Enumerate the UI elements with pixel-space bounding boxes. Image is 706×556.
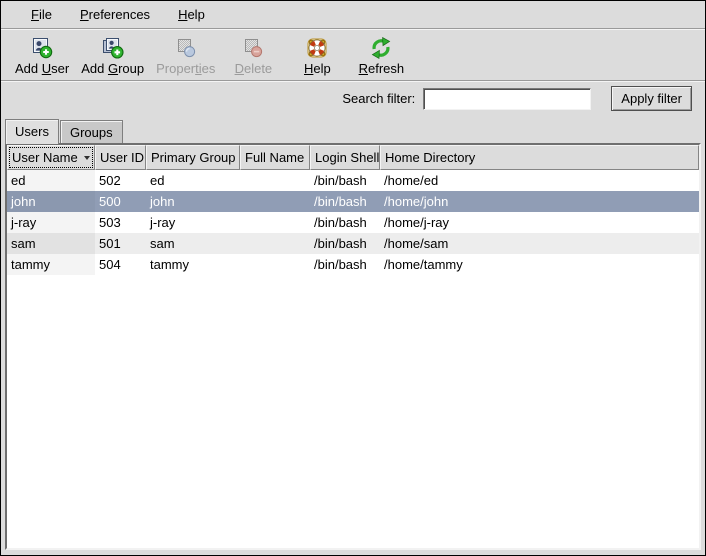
add-user-button[interactable]: Add User: [9, 35, 75, 77]
delete-button: Delete: [221, 35, 285, 77]
users-table: User Name User ID Primary Group Full Nam…: [5, 143, 701, 550]
tab-users[interactable]: Users: [5, 119, 59, 144]
cell-user-name: j-ray: [7, 212, 95, 233]
column-header-login-shell[interactable]: Login Shell: [310, 145, 380, 170]
cell-primary-group: john: [146, 191, 240, 212]
add-user-icon: [30, 36, 54, 60]
tab-groups[interactable]: Groups: [60, 120, 123, 143]
cell-full-name: [240, 233, 310, 254]
column-header-primary-group[interactable]: Primary Group: [146, 145, 240, 170]
table-row-ed[interactable]: ed 502 ed /bin/bash /home/ed: [7, 170, 699, 191]
refresh-icon: [369, 36, 393, 60]
cell-login-shell: /bin/bash: [310, 191, 380, 212]
menu-preferences[interactable]: Preferences: [66, 3, 164, 26]
cell-user-id: 502: [95, 170, 146, 191]
search-filter-label: Search filter:: [342, 91, 423, 106]
cell-primary-group: j-ray: [146, 212, 240, 233]
cell-user-name: tammy: [7, 254, 95, 275]
table-header-row: User Name User ID Primary Group Full Nam…: [7, 145, 699, 170]
menu-bar: File Preferences Help: [1, 1, 705, 29]
table-row-john-selected[interactable]: john 500 john /bin/bash /home/john: [7, 191, 699, 212]
add-user-label: Add User: [15, 61, 69, 76]
cell-primary-group: tammy: [146, 254, 240, 275]
table-row-j-ray[interactable]: j-ray 503 j-ray /bin/bash /home/j-ray: [7, 212, 699, 233]
apply-filter-button[interactable]: Apply filter: [611, 86, 692, 111]
add-group-button[interactable]: Add Group: [75, 35, 150, 77]
user-manager-window: File Preferences Help Add User: [0, 0, 706, 556]
cell-home-directory: /home/j-ray: [380, 212, 699, 233]
help-label: Help: [304, 61, 331, 76]
toolbar: Add User Add Group Properties: [1, 29, 705, 81]
cell-home-directory: /home/sam: [380, 233, 699, 254]
delete-label: Delete: [235, 61, 273, 76]
search-filter-row: Search filter: Apply filter: [1, 81, 705, 116]
cell-home-directory: /home/tammy: [380, 254, 699, 275]
add-group-icon: [101, 36, 125, 60]
cell-user-name: sam: [7, 233, 95, 254]
properties-icon: [174, 36, 198, 60]
sort-descending-icon: [84, 156, 90, 160]
cell-full-name: [240, 254, 310, 275]
refresh-label: Refresh: [359, 61, 405, 76]
table-row-sam[interactable]: sam 501 sam /bin/bash /home/sam: [7, 233, 699, 254]
cell-login-shell: /bin/bash: [310, 170, 380, 191]
properties-label: Properties: [156, 61, 215, 76]
cell-user-id: 501: [95, 233, 146, 254]
column-header-user-id[interactable]: User ID: [95, 145, 146, 170]
help-icon: [305, 36, 329, 60]
cell-login-shell: /bin/bash: [310, 212, 380, 233]
cell-user-name: ed: [7, 170, 95, 191]
cell-full-name: [240, 191, 310, 212]
cell-user-id: 500: [95, 191, 146, 212]
table-body: ed 502 ed /bin/bash /home/ed john 500 jo…: [7, 170, 699, 548]
properties-button: Properties: [150, 35, 221, 77]
cell-user-id: 504: [95, 254, 146, 275]
cell-full-name: [240, 212, 310, 233]
tab-strip: Users Groups: [1, 116, 705, 143]
menu-file[interactable]: File: [17, 3, 66, 26]
cell-full-name: [240, 170, 310, 191]
column-header-user-name[interactable]: User Name: [7, 145, 95, 170]
cell-login-shell: /bin/bash: [310, 254, 380, 275]
cell-home-directory: /home/john: [380, 191, 699, 212]
refresh-button[interactable]: Refresh: [349, 35, 413, 77]
add-group-label: Add Group: [81, 61, 144, 76]
help-button[interactable]: Help: [285, 35, 349, 77]
delete-icon: [241, 36, 265, 60]
cell-primary-group: ed: [146, 170, 240, 191]
search-filter-input[interactable]: [423, 88, 591, 110]
cell-primary-group: sam: [146, 233, 240, 254]
cell-home-directory: /home/ed: [380, 170, 699, 191]
column-header-home-directory[interactable]: Home Directory: [380, 145, 699, 170]
menu-help[interactable]: Help: [164, 3, 219, 26]
cell-user-name: john: [7, 191, 95, 212]
column-header-full-name[interactable]: Full Name: [240, 145, 310, 170]
cell-user-id: 503: [95, 212, 146, 233]
table-row-tammy[interactable]: tammy 504 tammy /bin/bash /home/tammy: [7, 254, 699, 275]
cell-login-shell: /bin/bash: [310, 233, 380, 254]
